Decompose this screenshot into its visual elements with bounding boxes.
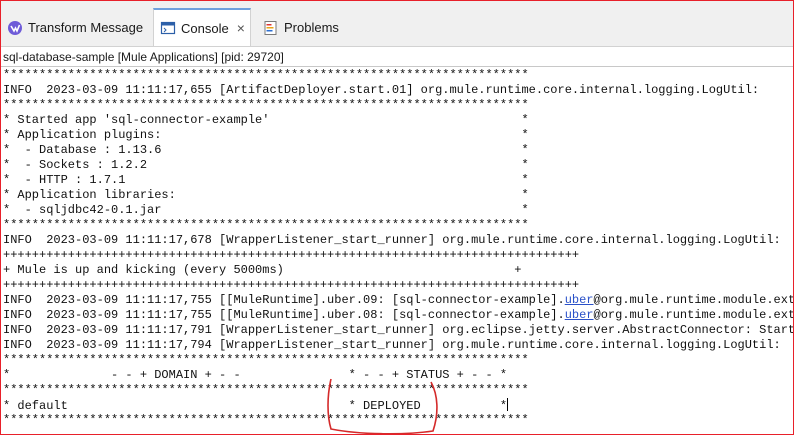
console-line: ++++++++++++++++++++++++++++++++++++++++… — [3, 248, 580, 262]
transform-message-icon — [7, 20, 23, 36]
text-cursor — [507, 398, 509, 411]
console-line: * - sqljdbc42-0.1.jar * — [3, 203, 529, 217]
problems-icon — [263, 20, 279, 36]
tab-bar: Transform Message Console × Problems — [1, 1, 793, 47]
console-link[interactable]: uber — [565, 308, 594, 322]
tab-transform-message[interactable]: Transform Message — [1, 9, 153, 46]
process-label: sql-database-sample [Mule Applications] … — [1, 47, 793, 67]
console-line: INFO 2023-03-09 11:11:17,794 [WrapperLis… — [3, 338, 781, 352]
console-line: INFO 2023-03-09 11:11:17,791 [WrapperLis… — [3, 323, 794, 337]
console-line: * default * DEPLOYED * — [3, 398, 509, 413]
console-line: * - - + DOMAIN + - - * - - + STATUS + - … — [3, 368, 508, 382]
close-icon[interactable]: × — [237, 20, 245, 36]
console-line: ****************************************… — [3, 383, 529, 397]
window-frame: Transform Message Console × Problems sql… — [0, 0, 794, 435]
tab-label: Problems — [284, 20, 339, 35]
console-line: * - Database : 1.13.6 * — [3, 143, 529, 157]
console-line: ****************************************… — [3, 68, 529, 82]
console-output[interactable]: ****************************************… — [1, 68, 794, 434]
tab-console[interactable]: Console × — [153, 8, 251, 46]
console-line: INFO 2023-03-09 11:11:17,755 [[MuleRunti… — [3, 308, 793, 322]
console-line: * - HTTP : 1.7.1 * — [3, 173, 529, 187]
console-line: INFO 2023-03-09 11:11:17,655 [ArtifactDe… — [3, 83, 760, 97]
console-icon — [160, 20, 176, 36]
console-line: INFO 2023-03-09 11:11:17,678 [WrapperLis… — [3, 233, 781, 247]
console-line: ****************************************… — [3, 218, 529, 232]
tab-label: Console — [181, 20, 229, 36]
console-line: ****************************************… — [3, 413, 529, 427]
console-line: INFO 2023-03-09 11:11:17,755 [[MuleRunti… — [3, 293, 793, 307]
console-line: ****************************************… — [3, 98, 529, 112]
tab-problems[interactable]: Problems — [257, 9, 357, 46]
console-line: * Started app 'sql-connector-example' * — [3, 113, 529, 127]
console-link[interactable]: uber — [565, 293, 594, 307]
console-line: * - Sockets : 1.2.2 * — [3, 158, 529, 172]
console-line: * Application plugins: * — [3, 128, 529, 142]
console-line: ****************************************… — [3, 353, 529, 367]
tab-label: Transform Message — [28, 20, 144, 35]
console-line: * Application libraries: * — [3, 188, 529, 202]
console-line: ++++++++++++++++++++++++++++++++++++++++… — [3, 278, 580, 292]
console-line: + Mule is up and kicking (every 5000ms) … — [3, 263, 522, 277]
